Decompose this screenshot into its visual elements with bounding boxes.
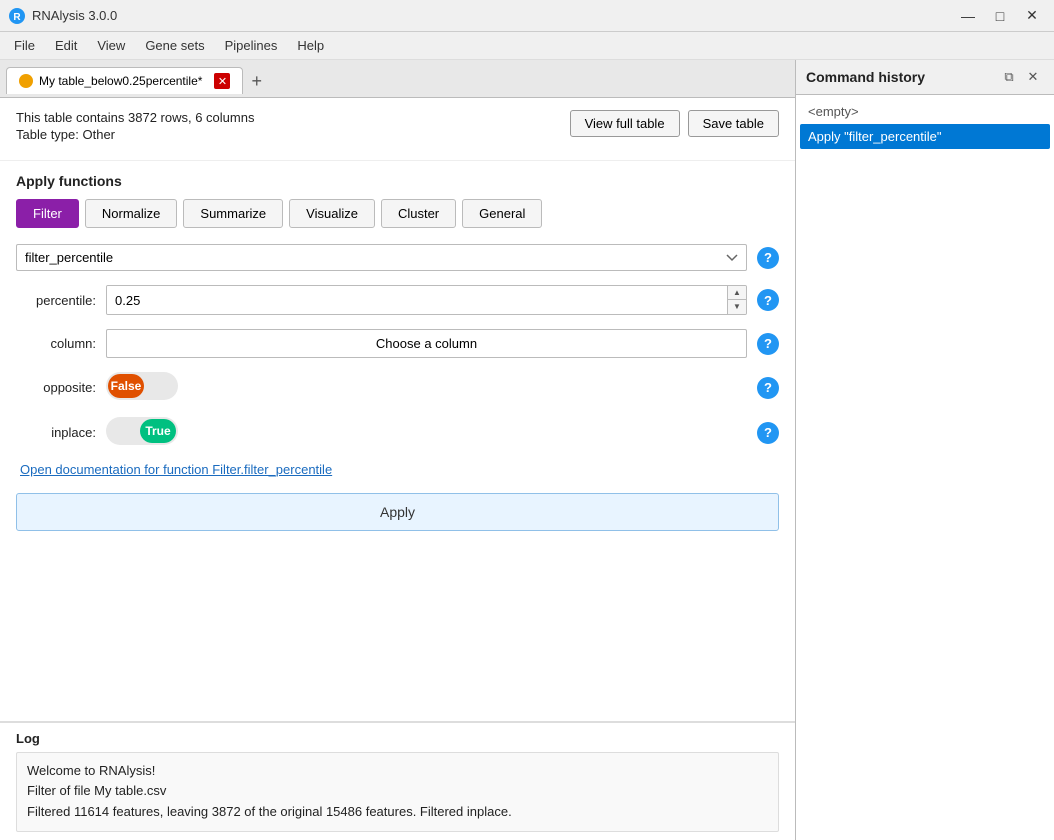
log-line-1: Filter of file My table.csv [27, 781, 768, 802]
window-close-button[interactable]: ✕ [1018, 2, 1046, 30]
func-tab-general[interactable]: General [462, 199, 542, 228]
func-tab-normalize[interactable]: Normalize [85, 199, 178, 228]
inplace-toggle-wrap: True [106, 417, 747, 448]
menu-view[interactable]: View [87, 34, 135, 57]
menu-pipelines[interactable]: Pipelines [215, 34, 288, 57]
menu-bar: File Edit View Gene sets Pipelines Help [0, 32, 1054, 60]
function-select[interactable]: filter_percentile [16, 244, 747, 271]
column-row: column: Choose a column ? [16, 329, 779, 358]
function-tabs: Filter Normalize Summarize Visualize Clu… [16, 199, 779, 228]
func-tab-summarize[interactable]: Summarize [183, 199, 283, 228]
cmd-list: <empty> Apply "filter_percentile" [796, 95, 1054, 153]
minimize-button[interactable]: — [954, 2, 982, 30]
table-actions: View full table Save table [570, 110, 779, 137]
column-label: column: [16, 336, 96, 351]
cmd-history-title: Command history [806, 69, 925, 85]
func-tab-visualize[interactable]: Visualize [289, 199, 375, 228]
cmd-item-1[interactable]: Apply "filter_percentile" [800, 124, 1050, 149]
inplace-help-button[interactable]: ? [757, 422, 779, 444]
add-tab-button[interactable]: + [243, 72, 270, 90]
menu-edit[interactable]: Edit [45, 34, 87, 57]
main-layout: My table_below0.25percentile* ✕ + This t… [0, 60, 1054, 840]
apply-button[interactable]: Apply [16, 493, 779, 531]
inplace-label: inplace: [16, 425, 96, 440]
function-select-wrap: filter_percentile [16, 244, 747, 271]
menu-file[interactable]: File [4, 34, 45, 57]
cmd-item-0[interactable]: <empty> [800, 99, 1050, 124]
func-tab-cluster[interactable]: Cluster [381, 199, 456, 228]
inplace-toggle[interactable]: True [106, 417, 178, 445]
top-info: This table contains 3872 rows, 6 columns… [16, 110, 570, 152]
tab-close-button[interactable]: ✕ [214, 73, 230, 89]
opposite-toggle[interactable]: False [106, 372, 178, 400]
percentile-input-wrap: ▲ ▼ [106, 285, 747, 315]
func-tab-filter[interactable]: Filter [16, 199, 79, 228]
cmd-restore-button[interactable]: ⧉ [998, 66, 1020, 88]
opposite-help-button[interactable]: ? [757, 377, 779, 399]
opposite-toggle-knob: False [108, 374, 144, 398]
percentile-input[interactable] [107, 286, 727, 314]
opposite-row: opposite: False ? [16, 372, 779, 403]
cmd-close-button[interactable]: ✕ [1022, 66, 1044, 88]
function-help-button[interactable]: ? [757, 247, 779, 269]
command-history-panel: Command history ⧉ ✕ <empty> Apply "filte… [796, 60, 1054, 840]
title-bar: R RNAlysis 3.0.0 — □ ✕ [0, 0, 1054, 32]
tab-my-table[interactable]: My table_below0.25percentile* ✕ [6, 67, 243, 94]
spinner-down-button[interactable]: ▼ [728, 300, 746, 314]
view-full-table-button[interactable]: View full table [570, 110, 680, 137]
save-table-button[interactable]: Save table [688, 110, 779, 137]
percentile-label: percentile: [16, 293, 96, 308]
table-rows-cols: This table contains 3872 rows, 6 columns [16, 110, 570, 125]
log-title: Log [16, 731, 779, 746]
menu-help[interactable]: Help [287, 34, 334, 57]
svg-text:R: R [13, 12, 21, 23]
app-title: RNAlysis 3.0.0 [32, 8, 954, 23]
log-content: Welcome to RNAlysis! Filter of file My t… [16, 752, 779, 832]
apply-functions-panel: Apply functions Filter Normalize Summari… [0, 161, 795, 721]
percentile-row: percentile: ▲ ▼ ? [16, 285, 779, 315]
cmd-header-controls: ⧉ ✕ [998, 66, 1044, 88]
function-select-row: filter_percentile ? [16, 244, 779, 271]
window-controls: — □ ✕ [954, 2, 1046, 30]
opposite-label: opposite: [16, 380, 96, 395]
column-btn-wrap: Choose a column [106, 329, 747, 358]
table-type: Table type: Other [16, 127, 570, 142]
spinner-up-button[interactable]: ▲ [728, 286, 746, 300]
tab-label: My table_below0.25percentile* [39, 74, 202, 88]
opposite-toggle-wrap: False [106, 372, 747, 403]
doc-link[interactable]: Open documentation for function Filter.f… [20, 462, 779, 477]
maximize-button[interactable]: □ [986, 2, 1014, 30]
tab-icon [19, 74, 33, 88]
left-panel: My table_below0.25percentile* ✕ + This t… [0, 60, 796, 840]
inplace-row: inplace: True ? [16, 417, 779, 448]
log-section: Log Welcome to RNAlysis! Filter of file … [0, 722, 795, 840]
app-icon: R [8, 7, 26, 25]
number-spinners: ▲ ▼ [727, 286, 746, 314]
content-wrapper: This table contains 3872 rows, 6 columns… [0, 98, 795, 840]
top-content: This table contains 3872 rows, 6 columns… [0, 98, 795, 161]
log-line-0: Welcome to RNAlysis! [27, 761, 768, 782]
cmd-history-header: Command history ⧉ ✕ [796, 60, 1054, 95]
log-line-2: Filtered 11614 features, leaving 3872 of… [27, 802, 768, 823]
inplace-toggle-knob: True [140, 419, 176, 443]
choose-column-button[interactable]: Choose a column [106, 329, 747, 358]
column-help-button[interactable]: ? [757, 333, 779, 355]
percentile-help-button[interactable]: ? [757, 289, 779, 311]
tab-bar: My table_below0.25percentile* ✕ + [0, 60, 795, 98]
menu-gene-sets[interactable]: Gene sets [135, 34, 214, 57]
apply-functions-title: Apply functions [16, 173, 779, 189]
